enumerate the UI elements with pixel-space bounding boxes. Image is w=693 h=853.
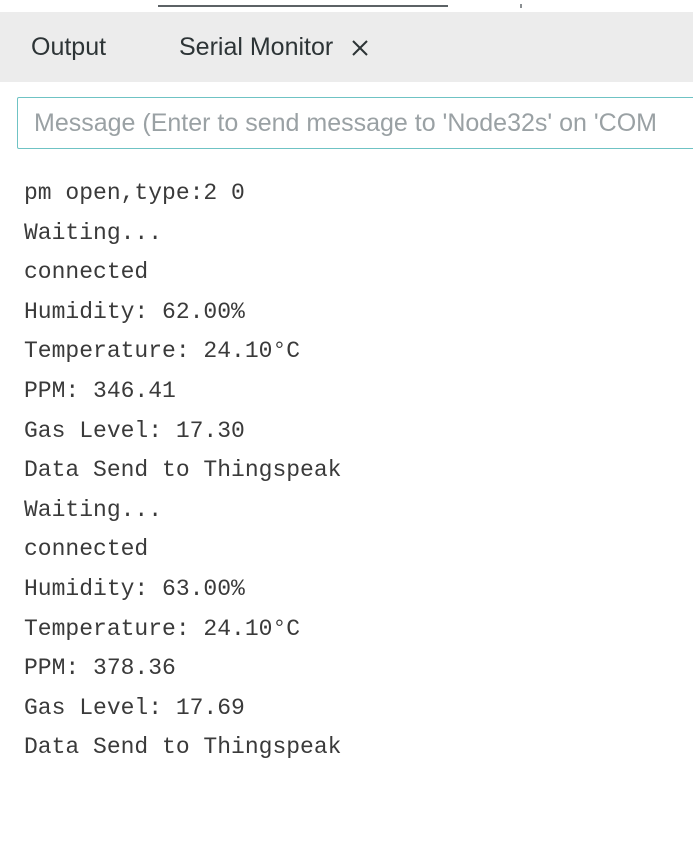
console-line: pm open,type:2 0 — [24, 180, 245, 206]
message-input[interactable] — [17, 97, 693, 149]
console-line: Waiting... — [24, 219, 163, 246]
close-icon[interactable] — [350, 37, 370, 57]
console-line: Gas Level: 17.69 — [24, 694, 245, 721]
serial-output: pm open,type:2 0 Waiting... connected Humid… — [0, 168, 693, 853]
console-line: Gas Level: 17.30 — [24, 417, 245, 444]
console-line: Data Send to Thingspeak — [24, 457, 342, 484]
top-scroll-indicator — [158, 5, 448, 7]
tab-serial-monitor[interactable]: Serial Monitor — [179, 30, 370, 64]
tab-serial-monitor-label: Serial Monitor — [179, 33, 334, 61]
console-line: Humidity: 63.00% — [24, 576, 245, 602]
console-line: PPM: 346.41 — [24, 378, 176, 404]
console-line: Waiting... — [24, 496, 163, 523]
top-strip — [0, 0, 693, 12]
console-line: connected — [24, 536, 149, 563]
console-line: Temperature: 24.10°C — [24, 338, 301, 365]
serial-monitor-panel: Output Serial Monitor pm open,type:2 0 Wa… — [0, 0, 693, 853]
console-line: PPM: 378.36 — [24, 655, 176, 682]
console-line: Data Send to Thingspeak — [24, 734, 342, 761]
console-line: Temperature: 24.10°C — [24, 615, 301, 642]
tab-output-label: Output — [31, 33, 107, 61]
tab-output[interactable]: Output — [31, 30, 106, 64]
console-line: connected — [24, 259, 149, 286]
console-line: Humidity: 62.00% — [24, 298, 245, 325]
message-area — [0, 82, 693, 168]
panel-tab-bar: Output Serial Monitor — [0, 12, 693, 82]
top-tick-mark — [520, 4, 522, 8]
